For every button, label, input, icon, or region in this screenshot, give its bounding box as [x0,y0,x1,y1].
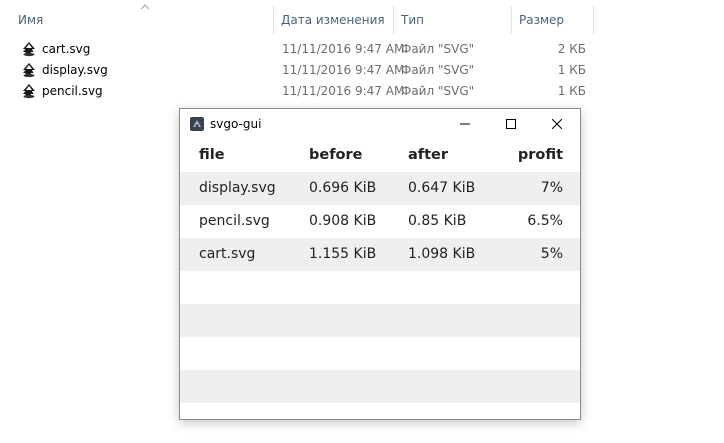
file-name: display.svg [42,63,108,77]
cell-file: display.svg [199,180,276,196]
header-after[interactable]: after [408,139,448,172]
cell-before: 1.155 KiB [309,246,377,262]
file-name: pencil.svg [42,84,103,98]
table-row[interactable]: cart.svg 1.155 KiB 1.098 KiB 5% [180,238,580,271]
empty-table-row [180,337,580,370]
file-name: cart.svg [42,42,91,56]
file-row[interactable]: display.svg 11/11/2016 9:47 AM Файл "SVG… [0,60,600,81]
cell-before: 0.908 KiB [309,213,377,229]
inkscape-svg-icon [23,63,35,78]
minimize-button[interactable] [442,109,488,139]
file-size: 1 КБ [557,84,586,98]
maximize-icon [506,119,516,129]
cell-file: cart.svg [199,246,256,262]
cell-profit: 7% [540,180,563,196]
empty-table-row [180,271,580,304]
empty-table-row [180,304,580,337]
column-header-name[interactable]: Имя [10,0,272,35]
close-button[interactable] [534,109,580,139]
close-icon [552,119,562,129]
file-row[interactable]: pencil.svg 11/11/2016 9:47 AM Файл "SVG"… [0,81,600,102]
file-date: 11/11/2016 9:47 AM [282,63,405,77]
file-row[interactable]: cart.svg 11/11/2016 9:47 AM Файл "SVG" 2… [0,39,600,60]
header-file[interactable]: file [199,139,225,172]
file-type: Файл "SVG" [401,42,475,56]
empty-table-row [180,370,580,403]
window-title: svgo-gui [210,117,262,131]
file-date: 11/11/2016 9:47 AM [282,42,405,56]
cell-profit: 6.5% [527,213,563,229]
header-before[interactable]: before [309,139,362,172]
table-row[interactable]: display.svg 0.696 KiB 0.647 KiB 7% [180,172,580,205]
inkscape-svg-icon [23,84,35,99]
maximize-button[interactable] [488,109,534,139]
table-row[interactable]: pencil.svg 0.908 KiB 0.85 KiB 6.5% [180,205,580,238]
window-titlebar[interactable]: svgo-gui [180,109,580,139]
inkscape-svg-icon [23,42,35,57]
cell-after: 1.098 KiB [408,246,476,262]
cell-file: pencil.svg [199,213,270,229]
cell-profit: 5% [540,246,563,262]
table-header-row: file before after profit [180,139,580,172]
cell-after: 0.647 KiB [408,180,476,196]
minimize-icon [460,123,470,125]
column-header-type[interactable]: Тип [393,0,511,35]
file-type: Файл "SVG" [401,63,475,77]
column-header-date[interactable]: Дата изменения [273,0,393,35]
svgo-gui-window: svgo-gui file before after profit displa… [179,108,581,420]
file-type: Файл "SVG" [401,84,475,98]
file-size: 1 КБ [557,63,586,77]
file-size: 2 КБ [557,42,586,56]
file-date: 11/11/2016 9:47 AM [282,84,405,98]
header-profit[interactable]: profit [480,139,563,172]
column-divider[interactable] [593,6,594,34]
explorer-column-header: Имя Дата изменения Тип Размер [0,0,724,37]
cell-after: 0.85 KiB [408,213,467,229]
svgo-app-icon [190,117,204,131]
cell-before: 0.696 KiB [309,180,377,196]
column-header-size[interactable]: Размер [511,0,593,35]
